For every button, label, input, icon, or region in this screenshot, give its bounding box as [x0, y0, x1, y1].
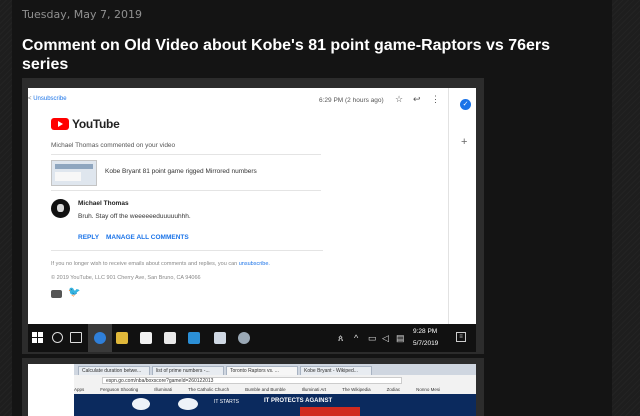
- email-time: 6:29 PM (2 hours ago): [319, 97, 384, 104]
- footer-notice-text: If you no longer wish to receive emails …: [51, 261, 238, 267]
- tasks-icon[interactable]: ✓: [460, 99, 471, 110]
- bookmark-item[interactable]: Bumble and Bumble: [245, 387, 286, 392]
- app-icon[interactable]: [238, 332, 250, 344]
- footer-notice: If you no longer wish to receive emails …: [51, 261, 270, 267]
- browser-tab[interactable]: list of prime numbers -...: [152, 366, 224, 375]
- url-field[interactable]: espn.go.com/nba/boxscore?gameId=26012201…: [102, 377, 402, 384]
- bookmark-item[interactable]: The Wikipedia: [342, 387, 371, 392]
- chevron-up-icon[interactable]: ^: [354, 333, 358, 343]
- volume-icon[interactable]: ◁: [382, 333, 389, 343]
- comment-text: Bruh. Stay off the weeeeeeduuuuuhhh.: [78, 213, 191, 220]
- email-intro: Michael Thomas commented on your video: [51, 142, 176, 149]
- twitter-icon[interactable]: 🐦: [68, 287, 80, 298]
- footer-unsubscribe-link[interactable]: unsubscribe.: [239, 261, 270, 267]
- browser-tab[interactable]: Calculate duration betwe...: [78, 366, 150, 375]
- date-header: Tuesday, May 7, 2019: [22, 8, 142, 21]
- chrome-placeholder: [94, 332, 106, 344]
- windows-taskbar: ጰ ^ ▭ ◁ ▤ 9:28 PM 5/7/2019 ≡: [28, 324, 476, 352]
- video-thumbnail[interactable]: [51, 160, 97, 186]
- browser-address-bar: espn.go.com/nba/boxscore?gameId=26012201…: [74, 375, 476, 385]
- bookmark-item[interactable]: Nonno Mesi: [416, 387, 440, 392]
- photos-icon[interactable]: [188, 332, 200, 344]
- back-icon[interactable]: <: [28, 96, 32, 102]
- youtube-social-icon[interactable]: [51, 290, 62, 298]
- footer-address: © 2019 YouTube, LLC 901 Cherry Ave, San …: [51, 275, 201, 281]
- add-addon-button[interactable]: +: [461, 136, 467, 148]
- divider: [51, 154, 321, 155]
- youtube-logo-icon: [51, 118, 69, 130]
- search-icon[interactable]: [52, 332, 63, 343]
- people-icon[interactable]: ጰ: [338, 333, 343, 343]
- file-explorer-icon[interactable]: [116, 332, 128, 344]
- bookmark-item[interactable]: Illuminati: [154, 387, 172, 392]
- store-icon[interactable]: [140, 332, 152, 344]
- ad-subtext: IT STARTS: [214, 399, 240, 405]
- team-logo-icon: [178, 398, 198, 410]
- nba-logo-icon: [132, 398, 150, 410]
- bookmarks-bar: Apps Ferguson Shooting Illuminati The Catho…: [74, 385, 476, 394]
- page-banner: IT STARTS IT PROTECTS AGAINST: [74, 394, 476, 416]
- unsubscribe-row: < Unsubscribe: [28, 96, 67, 102]
- divider: [51, 250, 323, 251]
- post-title[interactable]: Comment on Old Video about Kobe's 81 poi…: [22, 36, 582, 74]
- avatar[interactable]: [51, 199, 70, 218]
- browser-screenshot: Calculate duration betwe... list of prim…: [28, 364, 476, 416]
- star-icon[interactable]: ☆: [395, 94, 403, 104]
- manage-comments-button[interactable]: MANAGE ALL COMMENTS: [106, 234, 189, 241]
- more-options-icon[interactable]: ⋮: [431, 94, 440, 104]
- network-icon[interactable]: ▭: [368, 333, 377, 343]
- browser-tab[interactable]: Toronto Raptors vs. ...: [226, 366, 298, 375]
- commenter-name[interactable]: Michael Thomas: [78, 200, 129, 207]
- bookmark-item[interactable]: The Catholic Church: [188, 387, 229, 392]
- bookmark-item[interactable]: Ferguson Shooting: [100, 387, 138, 392]
- email-view: < Unsubscribe 6:29 PM (2 hours ago) ☆ ↩ …: [28, 88, 476, 324]
- bookmark-item[interactable]: Apps: [74, 387, 84, 392]
- bookmark-item[interactable]: Illuminati Art: [302, 387, 327, 392]
- unsubscribe-link[interactable]: Unsubscribe: [33, 96, 66, 102]
- video-title[interactable]: Kobe Bryant 81 point game rigged Mirrore…: [105, 168, 257, 175]
- bookmark-item[interactable]: Zodiac: [387, 387, 401, 392]
- browser-tab-strip: Calculate duration betwe... list of prim…: [74, 364, 476, 375]
- keyboard-icon[interactable]: ▤: [396, 333, 405, 343]
- notification-icon[interactable]: ≡: [456, 332, 466, 342]
- ad-strip: [300, 407, 360, 416]
- mail-icon[interactable]: [164, 332, 176, 344]
- clock-time[interactable]: 9:28 PM: [413, 328, 437, 335]
- browser-tab[interactable]: Kobe Bryant - Wikiped...: [300, 366, 372, 375]
- task-view-icon[interactable]: [70, 332, 82, 343]
- reply-button[interactable]: REPLY: [78, 234, 99, 241]
- gmail-side-panel: ✓ +: [448, 88, 476, 324]
- reply-icon[interactable]: ↩: [413, 94, 421, 104]
- ad-text[interactable]: IT PROTECTS AGAINST: [264, 398, 332, 404]
- youtube-wordmark: YouTube: [72, 117, 120, 131]
- document-icon[interactable]: [214, 332, 226, 344]
- divider: [51, 190, 321, 191]
- windows-start-icon[interactable]: [32, 332, 44, 344]
- clock-date[interactable]: 5/7/2019: [413, 340, 438, 347]
